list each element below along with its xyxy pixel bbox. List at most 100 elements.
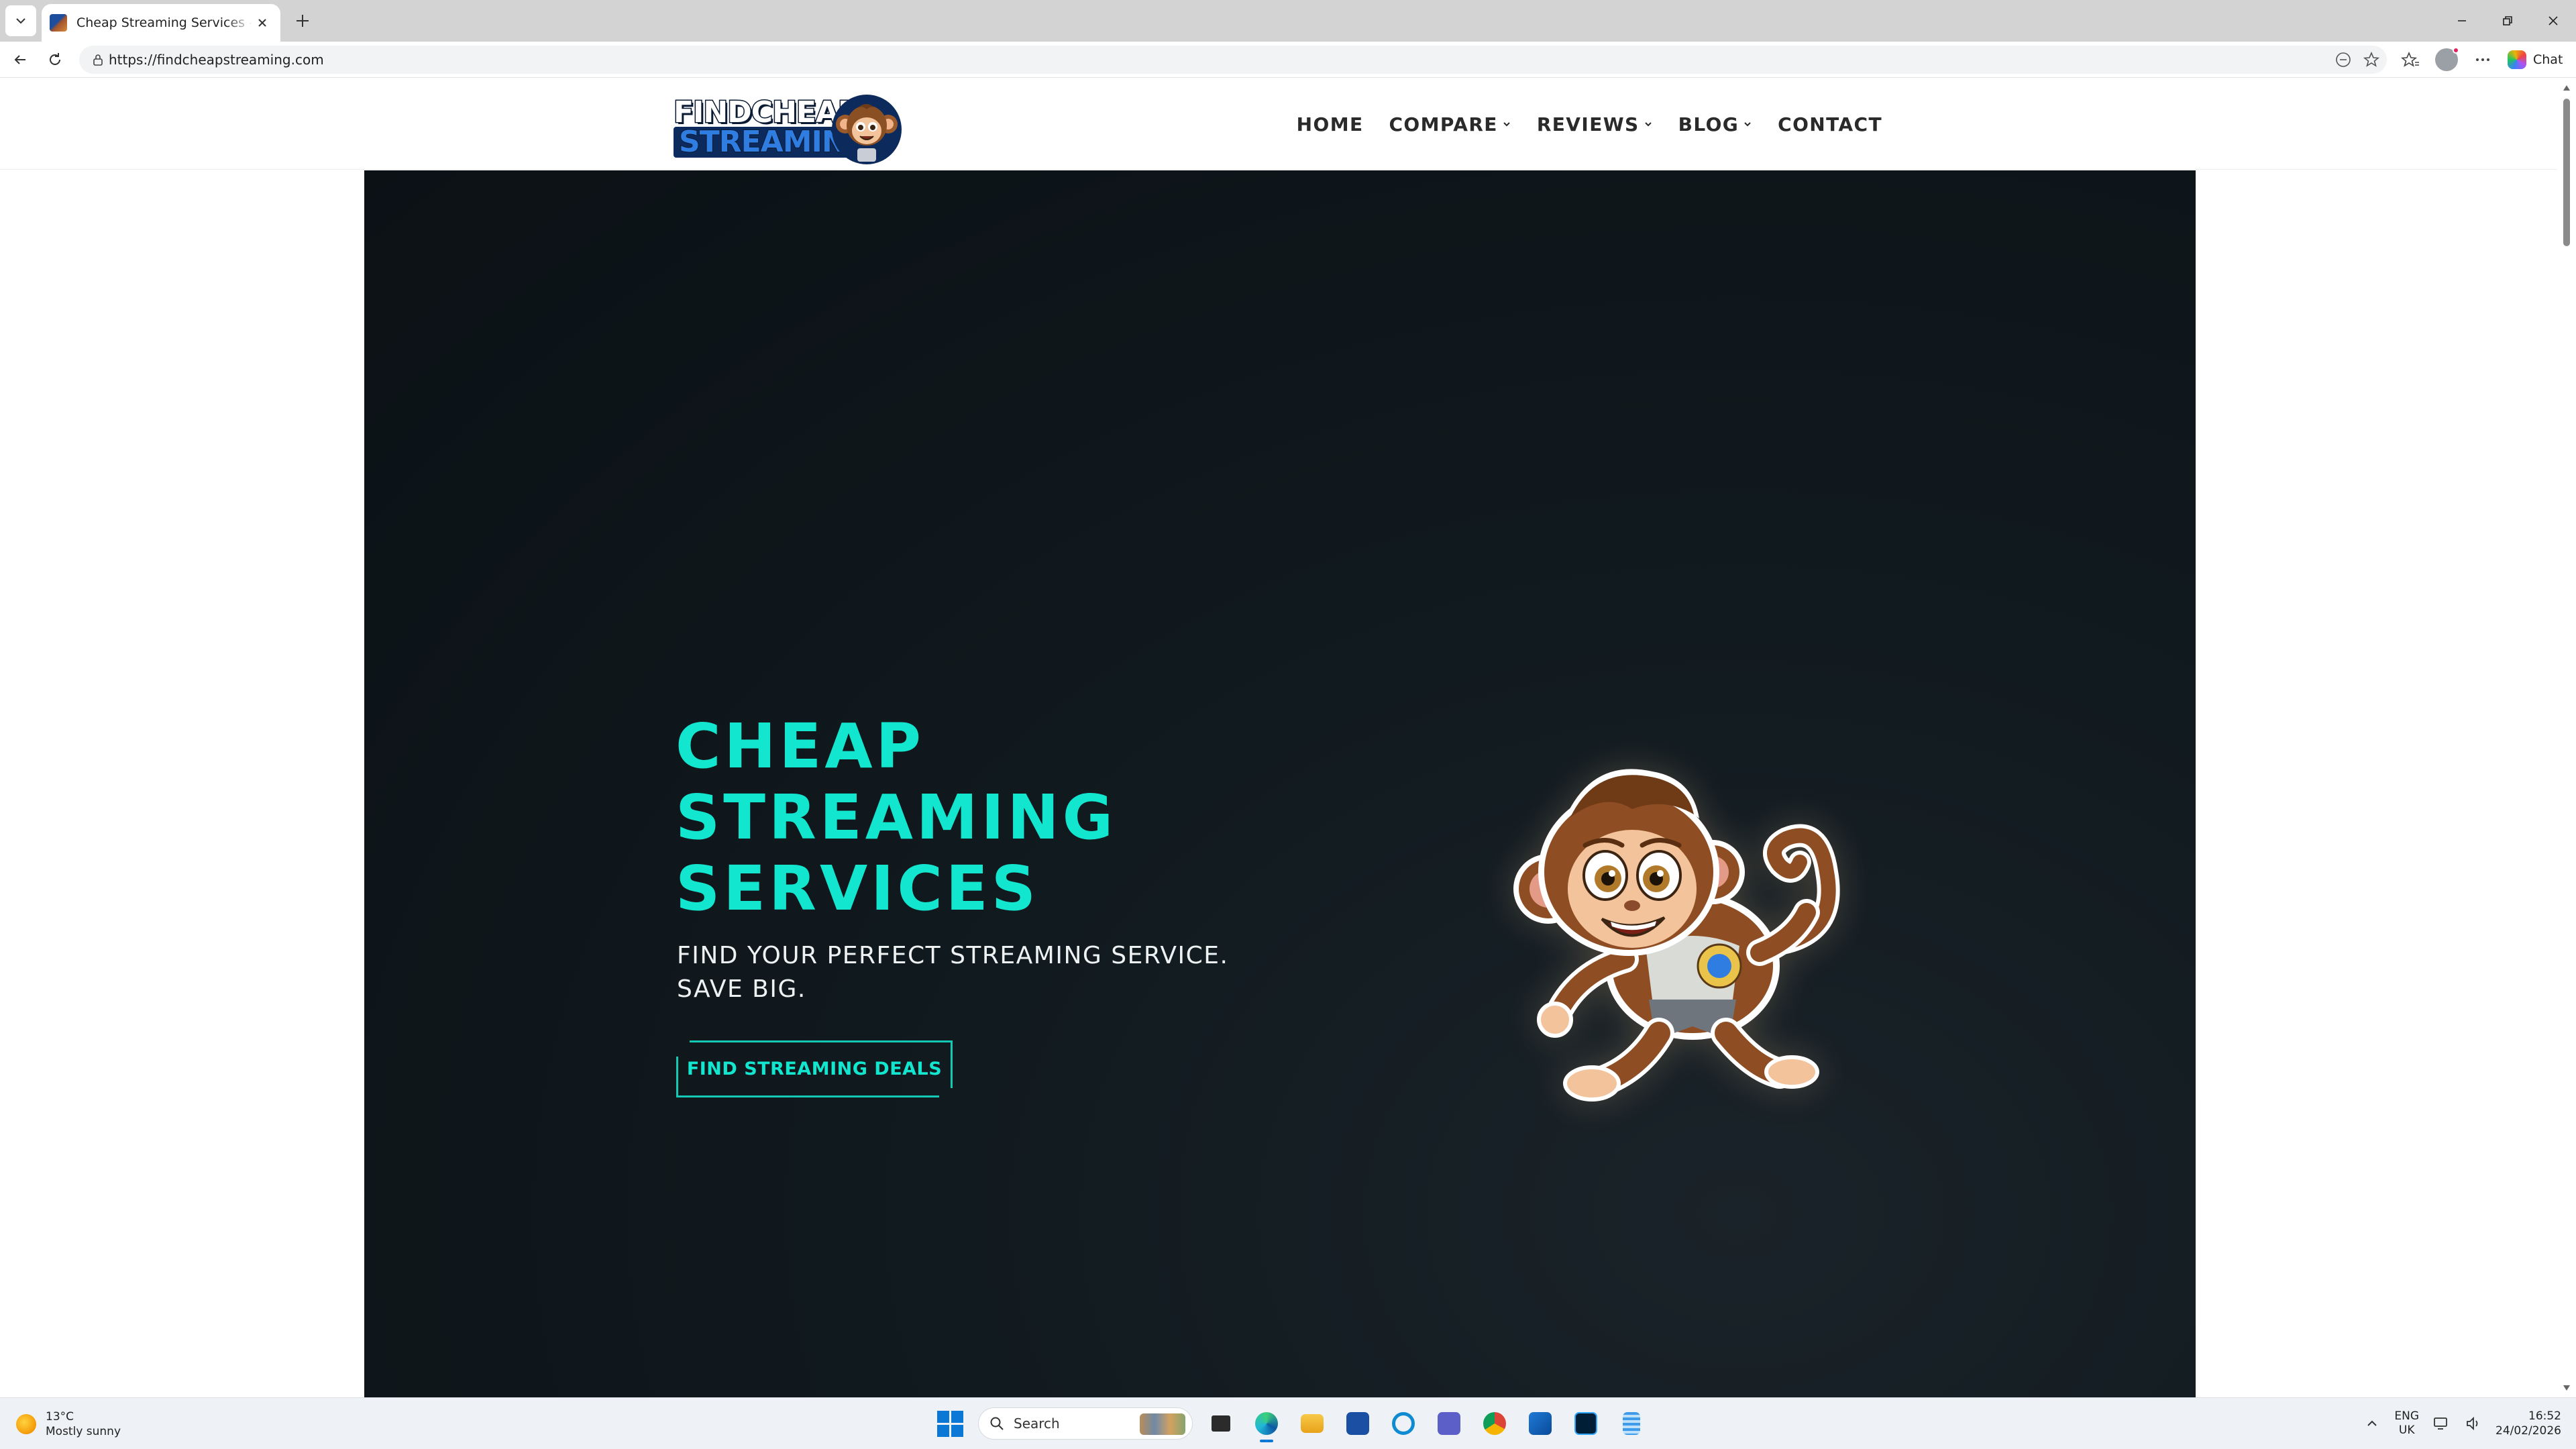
nav-blog[interactable]: BLOG <box>1678 113 1753 136</box>
nav-compare[interactable]: COMPARE <box>1389 113 1511 136</box>
browser-tab-active[interactable]: Cheap Streaming Services - Best Streamin… <box>42 4 280 42</box>
nav-reviews-label: REVIEWS <box>1536 113 1640 136</box>
favorite-star-icon[interactable] <box>2363 51 2380 68</box>
nav-compare-label: COMPARE <box>1389 113 1498 136</box>
nav-blog-label: BLOG <box>1678 113 1739 136</box>
windows-logo-icon <box>951 1410 963 1423</box>
taskbar-teams[interactable] <box>1432 1406 1466 1441</box>
more-dots-icon <box>2476 58 2489 61</box>
close-icon <box>2548 16 2558 25</box>
plus-icon <box>297 15 309 27</box>
store-icon <box>1346 1412 1369 1435</box>
address-bar-actions <box>2334 46 2380 74</box>
site-header: FINDCHEAP STREAMING HOME COMPARE REVIEWS… <box>0 78 2557 170</box>
settings-more-button[interactable] <box>2469 46 2497 74</box>
restore-icon <box>2503 16 2512 25</box>
tab-list-button[interactable] <box>5 5 36 36</box>
taskbar-edge[interactable] <box>1249 1406 1284 1442</box>
taskbar-outlook[interactable] <box>1523 1406 1558 1441</box>
hero-subtitle: FIND YOUR PERFECT STREAMING SERVICE. SAV… <box>677 942 1229 1003</box>
main-navigation: HOME COMPARE REVIEWS BLOG CONTACT <box>1297 105 1882 143</box>
taskbar-search[interactable]: Search <box>978 1407 1193 1440</box>
taskbar-chrome[interactable] <box>1477 1406 1512 1441</box>
hero-title-line: CHEAP <box>676 710 924 782</box>
windows-logo-icon <box>951 1424 963 1437</box>
hero-title: CHEAP STREAMING SERVICES <box>676 711 1279 924</box>
back-arrow-icon <box>14 55 25 64</box>
avatar <box>2435 47 2459 71</box>
weather-widget[interactable]: 13°C Mostly sunny <box>16 1405 121 1444</box>
nav-contact[interactable]: CONTACT <box>1778 113 1882 136</box>
new-tab-button[interactable] <box>288 7 317 35</box>
close-window-button[interactable] <box>2530 0 2576 42</box>
network-monitor-icon <box>2434 1417 2447 1430</box>
reload-button[interactable] <box>40 46 70 74</box>
region-code: UK <box>2398 1424 2415 1437</box>
copilot-chat-button[interactable]: Chat <box>2501 46 2569 74</box>
scroll-down-button[interactable] <box>2557 1380 2576 1396</box>
page-viewport: FINDCHEAP STREAMING HOME COMPARE REVIEWS… <box>0 78 2576 1397</box>
taskbar-photoshop[interactable] <box>1568 1406 1603 1441</box>
address-url: https://findcheapstreaming.com <box>109 52 324 68</box>
triangle-down-icon <box>2563 1385 2570 1391</box>
clock[interactable]: 16:52 24/02/2026 <box>2496 1409 2561 1438</box>
teams-icon <box>1438 1412 1460 1435</box>
restore-button[interactable] <box>2485 0 2530 42</box>
scroll-up-button[interactable] <box>2557 80 2576 96</box>
start-button[interactable] <box>932 1406 967 1441</box>
site-favicon-icon <box>50 14 67 32</box>
browser-toolbar: https://findcheapstreaming.com Chat <box>0 42 2576 78</box>
chevron-down-icon <box>1744 122 1751 127</box>
nav-reviews[interactable]: REVIEWS <box>1537 113 1653 136</box>
nav-contact-label: CONTACT <box>1778 113 1882 136</box>
taskbar-search-placeholder: Search <box>1014 1415 1060 1432</box>
edge-browser-icon <box>1255 1412 1278 1435</box>
monkey-mascot-illustration <box>1513 769 1840 1102</box>
weather-text: 13°C Mostly sunny <box>46 1409 121 1439</box>
minimize-icon <box>2458 20 2466 21</box>
volume-button[interactable] <box>2463 1413 2483 1434</box>
find-streaming-deals-button[interactable]: FIND STREAMING DEALS <box>676 1040 953 1097</box>
site-info-icon[interactable] <box>87 46 109 74</box>
address-bar[interactable]: https://findcheapstreaming.com <box>79 46 2387 74</box>
reader-mode-icon[interactable] <box>2334 51 2352 68</box>
weather-temperature: 13°C <box>46 1410 74 1424</box>
profile-button[interactable] <box>2432 46 2461 74</box>
browser-tool-icons <box>2396 46 2497 74</box>
folder-icon <box>1301 1414 1324 1433</box>
hero-section: CHEAP STREAMING SERVICES FIND YOUR PERFE… <box>364 170 2196 1397</box>
notepad-icon <box>1623 1412 1640 1435</box>
close-icon <box>258 19 266 27</box>
clock-date: 24/02/2026 <box>2496 1424 2561 1438</box>
site-logo[interactable]: FINDCHEAP STREAMING <box>671 93 902 166</box>
window-controls <box>2439 0 2576 42</box>
back-button[interactable] <box>5 46 35 74</box>
tab-title: Cheap Streaming Services - Best Streamin… <box>76 15 252 30</box>
chevron-down-icon <box>1644 122 1652 127</box>
page-scrollbar[interactable] <box>2557 78 2576 1397</box>
taskbar-task-view[interactable] <box>1203 1406 1238 1441</box>
taskbar-app-c[interactable] <box>1386 1406 1421 1441</box>
favorites-icon <box>2401 51 2419 67</box>
photoshop-icon <box>1574 1412 1597 1435</box>
taskbar-store[interactable] <box>1340 1406 1375 1441</box>
taskbar-file-explorer[interactable] <box>1295 1406 1330 1441</box>
input-language[interactable]: ENG UK <box>2394 1409 2419 1438</box>
minimize-button[interactable] <box>2439 0 2485 42</box>
copilot-icon <box>2508 50 2526 69</box>
browser-tab-strip: Cheap Streaming Services - Best Streamin… <box>0 0 2576 42</box>
monkey-mascot-icon <box>832 95 902 164</box>
nav-home-label: HOME <box>1296 113 1364 136</box>
clock-time: 16:52 <box>2528 1409 2561 1423</box>
favorites-button[interactable] <box>2396 46 2424 74</box>
weather-condition: Mostly sunny <box>46 1425 121 1438</box>
search-highlight-image <box>1140 1413 1185 1435</box>
triangle-up-icon <box>2563 85 2570 91</box>
show-hidden-icons-button[interactable] <box>2362 1413 2382 1434</box>
taskbar-notepad[interactable] <box>1614 1406 1649 1441</box>
nav-home[interactable]: HOME <box>1297 113 1364 136</box>
tab-close-button[interactable] <box>252 13 272 33</box>
windows-taskbar: 13°C Mostly sunny Search ENG UK 16:52 24… <box>0 1397 2576 1449</box>
network-button[interactable] <box>2431 1413 2451 1434</box>
scroll-thumb[interactable] <box>2563 99 2570 246</box>
